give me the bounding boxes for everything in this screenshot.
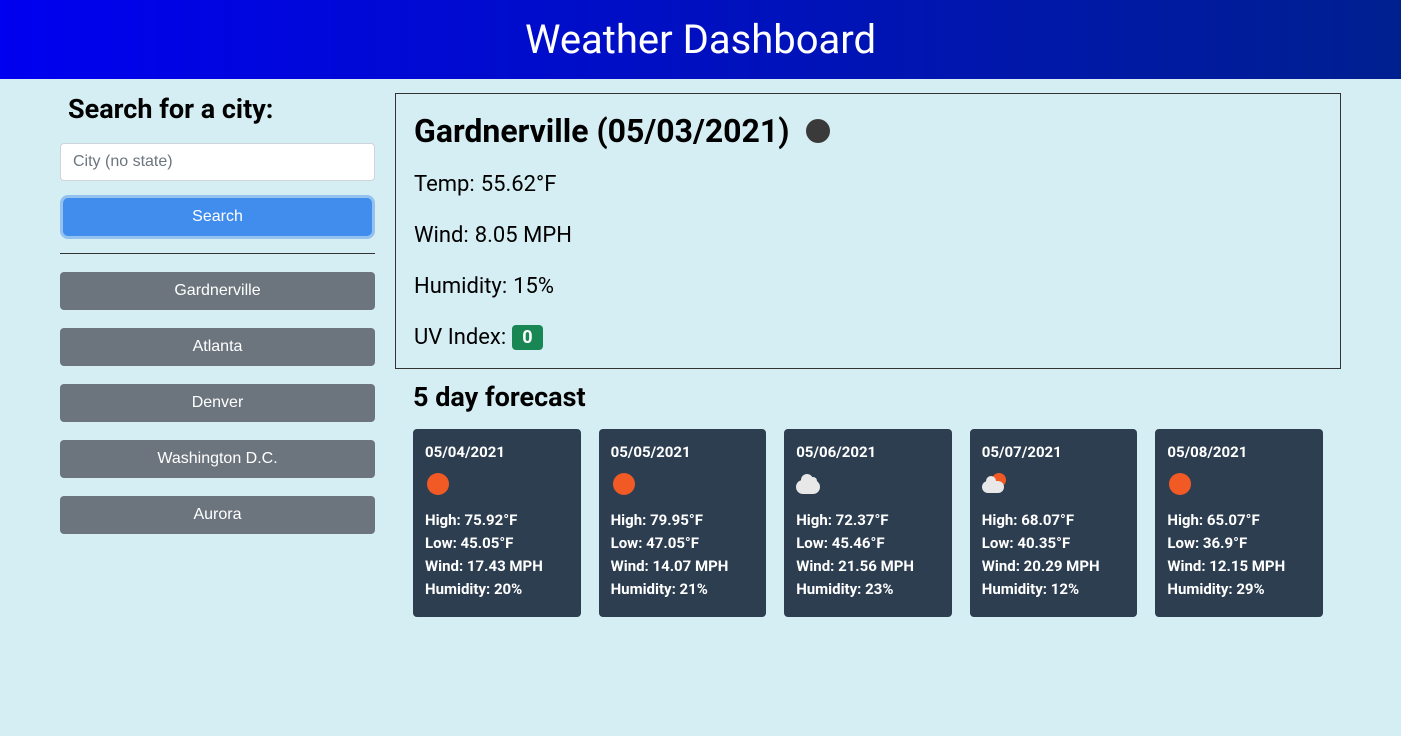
forecast-date: 05/08/2021 <box>1167 443 1311 461</box>
forecast-card: 05/04/2021 High: 75.92°F Low: 45.05°F Wi… <box>413 429 581 617</box>
search-heading: Search for a city: <box>68 93 375 125</box>
forecast-humidity: Humidity: 12% <box>982 580 1126 598</box>
forecast-card: 05/06/2021 High: 72.37°F Low: 45.46°F Wi… <box>784 429 952 617</box>
sun-icon <box>427 473 449 495</box>
history-item-atlanta[interactable]: Atlanta <box>60 328 375 366</box>
forecast-icon <box>796 471 822 497</box>
forecast-card: 05/05/2021 High: 79.95°F Low: 47.05°F Wi… <box>599 429 767 617</box>
forecast-icon <box>611 471 637 497</box>
humidity-value: 15% <box>513 274 554 299</box>
cloud-icon <box>796 474 822 494</box>
forecast-date: 05/06/2021 <box>796 443 940 461</box>
forecast-icon <box>1167 471 1193 497</box>
forecast-high: High: 79.95°F <box>611 511 755 529</box>
forecast-wind: Wind: 21.56 MPH <box>796 557 940 575</box>
divider <box>60 253 375 254</box>
forecast-humidity: Humidity: 20% <box>425 580 569 598</box>
page-header: Weather Dashboard <box>0 0 1401 79</box>
forecast-low: Low: 45.05°F <box>425 534 569 552</box>
wind-value: 8.05 MPH <box>475 223 572 248</box>
sun-icon <box>613 473 635 495</box>
current-title: Gardnerville (05/03/2021) <box>414 112 1322 150</box>
forecast-low: Low: 47.05°F <box>611 534 755 552</box>
uv-label: UV Index: <box>414 325 506 350</box>
forecast-low: Low: 45.46°F <box>796 534 940 552</box>
forecast-humidity: Humidity: 23% <box>796 580 940 598</box>
history-item-washington-dc[interactable]: Washington D.C. <box>60 440 375 478</box>
forecast-icon <box>425 471 451 497</box>
current-weather-panel: Gardnerville (05/03/2021) Temp: 55.62°F … <box>395 93 1341 369</box>
temp-label: Temp: <box>414 172 475 197</box>
forecast-date: 05/05/2021 <box>611 443 755 461</box>
forecast-high: High: 68.07°F <box>982 511 1126 529</box>
wind-label: Wind: <box>414 223 469 248</box>
forecast-card: 05/08/2021 High: 65.07°F Low: 36.9°F Win… <box>1155 429 1323 617</box>
forecast-wind: Wind: 20.29 MPH <box>982 557 1126 575</box>
forecast-icon <box>982 471 1008 497</box>
haze-icon <box>806 119 830 143</box>
forecast-wind: Wind: 12.15 MPH <box>1167 557 1311 575</box>
main-container: Search for a city: Search Gardnerville A… <box>0 79 1401 637</box>
forecast-humidity: Humidity: 21% <box>611 580 755 598</box>
forecast-list: 05/04/2021 High: 75.92°F Low: 45.05°F Wi… <box>395 429 1341 617</box>
forecast-high: High: 75.92°F <box>425 511 569 529</box>
current-temp: Temp: 55.62°F <box>414 172 1322 197</box>
history-item-aurora[interactable]: Aurora <box>60 496 375 534</box>
page-title: Weather Dashboard <box>525 16 876 63</box>
sidebar: Search for a city: Search Gardnerville A… <box>60 93 375 617</box>
forecast-low: Low: 36.9°F <box>1167 534 1311 552</box>
humidity-label: Humidity: <box>414 274 507 299</box>
forecast-wind: Wind: 14.07 MPH <box>611 557 755 575</box>
uv-badge: 0 <box>512 325 542 350</box>
forecast-high: High: 65.07°F <box>1167 511 1311 529</box>
history-item-gardnerville[interactable]: Gardnerville <box>60 272 375 310</box>
forecast-date: 05/07/2021 <box>982 443 1126 461</box>
forecast-card: 05/07/2021 High: 68.07°F Low: 40.35°F Wi… <box>970 429 1138 617</box>
forecast-humidity: Humidity: 29% <box>1167 580 1311 598</box>
sun-icon <box>1169 473 1191 495</box>
history-item-denver[interactable]: Denver <box>60 384 375 422</box>
current-uv: UV Index: 0 <box>414 325 1322 350</box>
current-humidity: Humidity: 15% <box>414 274 1322 299</box>
forecast-high: High: 72.37°F <box>796 511 940 529</box>
current-city-date: Gardnerville (05/03/2021) <box>414 112 789 150</box>
current-weather-icon <box>805 118 831 144</box>
forecast-low: Low: 40.35°F <box>982 534 1126 552</box>
main-content: Gardnerville (05/03/2021) Temp: 55.62°F … <box>395 93 1341 617</box>
forecast-heading: 5 day forecast <box>413 381 1341 413</box>
cloud-sun-icon <box>982 473 1008 495</box>
current-wind: Wind: 8.05 MPH <box>414 223 1322 248</box>
search-input[interactable] <box>60 143 375 181</box>
temp-value: 55.62°F <box>481 172 557 197</box>
search-button[interactable]: Search <box>60 195 375 239</box>
history-list: Gardnerville Atlanta Denver Washington D… <box>60 272 375 534</box>
forecast-date: 05/04/2021 <box>425 443 569 461</box>
forecast-wind: Wind: 17.43 MPH <box>425 557 569 575</box>
